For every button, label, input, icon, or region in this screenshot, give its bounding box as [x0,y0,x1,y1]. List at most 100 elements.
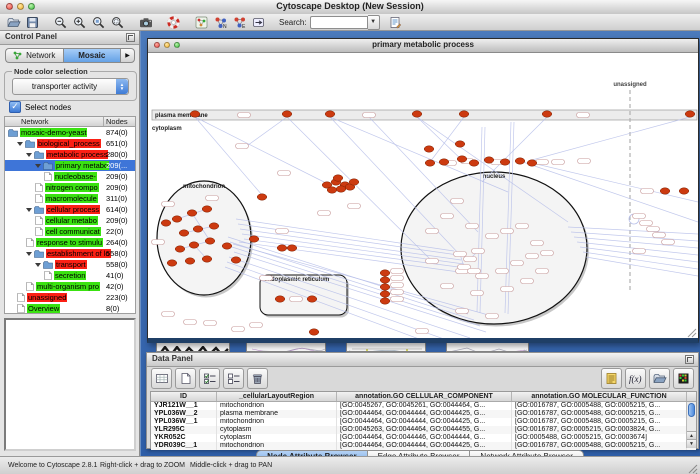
network-node[interactable] [679,188,689,194]
vizmapper-button[interactable]: N [211,15,230,30]
tree-row[interactable]: secretion41(0) [5,270,135,281]
tree-row[interactable]: nitrogen compo209(0) [5,182,135,193]
table-row[interactable]: YPL036W__1mitochondrion[GO:0044464, GO:0… [151,418,696,426]
tree-column-network[interactable]: Network [5,117,104,126]
attribute-list-button[interactable] [601,368,622,389]
attribute-matrix-button[interactable] [673,368,694,389]
scroll-down-button[interactable]: ▼ [687,439,696,448]
network-node-unmapped[interactable] [531,241,544,246]
tree-row[interactable]: cell communicat22(0) [5,226,135,237]
network-node[interactable] [185,258,195,264]
network-node-unmapped[interactable] [162,202,175,207]
network-node[interactable] [380,284,390,290]
network-node-unmapped[interactable] [640,221,653,226]
network-node[interactable] [282,111,292,117]
tree-row[interactable]: Overview8(0) [5,303,135,314]
network-node-unmapped[interactable] [152,240,165,245]
table-row[interactable]: YDR039C__1mitochondrion[GO:0044464, GO:0… [151,442,696,450]
network-node-unmapped[interactable] [472,249,485,254]
scrollbar-thumb[interactable] [688,403,695,417]
table-row[interactable]: YKR052Ccytoplasm[GO:0044464, GO:0044446,… [151,434,696,442]
network-node[interactable] [349,179,359,185]
network-node-unmapped[interactable] [456,309,469,314]
network-node[interactable] [542,111,552,117]
network-node-unmapped[interactable] [260,276,273,281]
network-node[interactable] [202,256,212,262]
tree-column-nodes[interactable]: Nodes [104,117,135,126]
expander-icon[interactable] [35,164,41,168]
tree-row[interactable]: mosaic-demo-yeast874(0) [5,127,135,138]
network-node-unmapped[interactable] [441,214,454,219]
network-node[interactable] [484,157,494,163]
network-node-unmapped[interactable] [662,240,675,245]
select-nodes-checkbox[interactable]: ✓ [9,101,21,113]
tab-overflow-button[interactable]: ▶ [120,48,135,63]
network-node-unmapped[interactable] [578,159,591,164]
resize-grip[interactable] [688,461,698,471]
network-node[interactable] [439,159,449,165]
network-node-unmapped[interactable] [536,269,549,274]
table-row[interactable]: YLR295Ccytoplasm[GO:0045263, GO:0044464,… [151,426,696,434]
window-titlebar[interactable]: Cytoscape Desktop (New Session) [0,0,700,15]
network-node-unmapped[interactable] [577,113,590,118]
network-node-unmapped[interactable] [206,196,219,201]
table-row[interactable]: YPL036W__2plasma membrane[GO:0044464, GO… [151,410,696,418]
expander-icon[interactable] [26,153,32,157]
network-node[interactable] [175,246,185,252]
tree-row[interactable]: macromolecule311(0) [5,193,135,204]
network-node-unmapped[interactable] [536,160,549,165]
network-node-unmapped[interactable] [511,261,524,266]
network-node[interactable] [222,243,232,249]
network-node-unmapped[interactable] [526,254,539,259]
node-color-dropdown[interactable]: transporter activity ▲▼ [12,78,129,95]
network-node[interactable] [412,111,422,117]
expander-icon[interactable] [26,252,32,256]
tab-mosaic[interactable]: Mosaic [63,48,121,63]
tree-row[interactable]: cellular metabo209(0) [5,215,135,226]
network-node[interactable] [257,194,267,200]
birdseye-view[interactable] [4,318,136,451]
network-overview-button[interactable] [192,15,211,30]
network-node-unmapped[interactable] [278,171,291,176]
float-panel-icon[interactable] [685,355,694,364]
network-node-unmapped[interactable] [236,144,249,149]
save-button[interactable] [23,15,42,30]
table-row[interactable]: YJR121W__1mitochondrion[GO:0045267, GO:0… [151,402,696,410]
network-node-unmapped[interactable] [391,297,404,302]
network-node-unmapped[interactable] [647,227,660,232]
network-node[interactable] [333,175,343,181]
network-node-unmapped[interactable] [653,233,666,238]
attribute-delete-button[interactable] [247,368,268,389]
network-node[interactable] [161,220,171,226]
tree-row[interactable]: response to stimulu264(0) [5,237,135,248]
zoom-in-button[interactable] [70,15,89,30]
network-node-unmapped[interactable] [363,113,376,118]
network-node-unmapped[interactable] [276,229,289,234]
network-node[interactable] [209,223,219,229]
float-panel-icon[interactable] [126,33,135,42]
table-column-header[interactable]: _cellularLayoutRegion [217,392,337,401]
network-canvas[interactable]: plasma membranecytoplasmmitochondrionnuc… [148,52,698,338]
tree-row[interactable]: establishment of lo558(0) [5,248,135,259]
network-node[interactable] [500,159,510,165]
network-node[interactable] [425,160,435,166]
network-node-unmapped[interactable] [162,312,175,317]
network-node[interactable] [380,270,390,276]
network-node[interactable] [187,210,197,216]
network-node-unmapped[interactable] [516,224,529,229]
tree-row[interactable]: multi-organism pro42(0) [5,281,135,292]
network-node-unmapped[interactable] [204,321,217,326]
network-node[interactable] [307,296,317,302]
network-node[interactable] [424,146,434,152]
tree-row[interactable]: biological_process651(0) [5,138,135,149]
tree-row[interactable]: metabolic process280(0) [5,149,135,160]
network-node-unmapped[interactable] [391,283,404,288]
search-dropdown-button[interactable]: ▼ [368,15,380,30]
network-node[interactable] [380,298,390,304]
network-node-unmapped[interactable] [426,229,439,234]
network-node-unmapped[interactable] [391,269,404,274]
network-node-unmapped[interactable] [466,224,479,229]
network-node[interactable] [455,141,465,147]
tree-row[interactable]: cellular process614(0) [5,204,135,215]
network-node[interactable] [205,238,215,244]
